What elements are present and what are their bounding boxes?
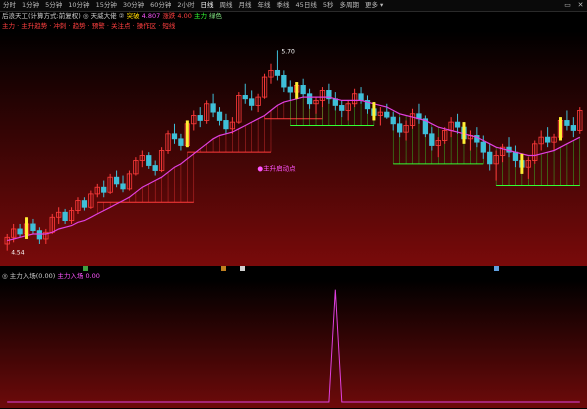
signal-marker (462, 122, 466, 144)
signal-marker (185, 120, 189, 148)
window-controls: ▭ ✕ (563, 0, 585, 11)
signal-2-label: 涨跌 (162, 12, 176, 20)
candle-body (512, 151, 519, 161)
period-9[interactable]: 周线 (217, 0, 236, 11)
candle-body (146, 155, 152, 166)
sub-indicator-chart[interactable] (0, 280, 587, 408)
candle-body (454, 121, 461, 128)
candle-body (390, 116, 396, 125)
candle-body (306, 93, 313, 105)
candle-body (101, 186, 107, 193)
separator-marker-4 (494, 266, 499, 271)
signal-1-label: 突破 (126, 12, 140, 20)
candle-body (249, 98, 255, 106)
signal-3-value: 绿色 (209, 12, 223, 20)
candle-body (81, 200, 88, 208)
candle-body (120, 183, 126, 190)
candle-body (152, 165, 158, 171)
candle-body (287, 86, 293, 93)
candle-body (487, 151, 493, 165)
startup-annotation: ●主升启动点 (257, 164, 296, 173)
candle-body (339, 105, 345, 111)
period-15[interactable]: 多周期 (336, 0, 362, 11)
signal-marker (295, 82, 299, 99)
main-chart-header: 后浪天工(计算方式:前复权) ◎ 天威大佬 ② 突破 4.807 涨跌 4.00… (2, 12, 585, 21)
candle-body (429, 133, 435, 146)
stock-title: 后浪天工(计算方式:前复权) (2, 12, 81, 20)
restore-window-icon[interactable]: ▭ (563, 1, 572, 10)
candle-body (197, 115, 203, 121)
separator-marker-3 (240, 266, 245, 271)
candle-body (216, 111, 223, 121)
legend-text: 主力 · 主升趋势 · 冲刺 · 趋势 · 预警 · 关注点 · 操作区 · 短… (2, 22, 176, 30)
candle-body (358, 93, 364, 101)
candle-body (178, 138, 184, 146)
candle-body (281, 74, 287, 88)
indicator-legend: 主力 · 主升趋势 · 冲刺 · 趋势 · 预警 · 关注点 · 操作区 · 短… (2, 22, 585, 31)
period-11[interactable]: 年线 (255, 0, 274, 11)
candle-body (570, 125, 577, 131)
candle-body (223, 120, 229, 130)
period-5[interactable]: 30分钟 (120, 0, 147, 11)
period-8[interactable]: 日线 (198, 0, 217, 11)
sub-indicator-name[interactable]: ◎ 主力入场(0.00) (2, 272, 55, 280)
candle-body (171, 133, 178, 140)
candlestick-chart[interactable]: 5.70 4.54 ●主升启动点 (0, 31, 587, 267)
candle-body (30, 223, 36, 232)
candle-body (62, 211, 68, 222)
period-list: 分时 1分钟 5分钟 10分钟 15分钟 30分钟 60分钟 2小时 日线 周线 月线 年线 季线 45日… (0, 0, 386, 11)
signal-marker (372, 102, 376, 121)
signal-3-label: 主力 (193, 12, 207, 20)
candle-body (564, 120, 570, 126)
close-icon[interactable]: ✕ (576, 1, 585, 10)
peak-price-label: 5.70 (281, 48, 295, 55)
sub-chart-background (0, 280, 587, 408)
period-6[interactable]: 60分钟 (147, 0, 174, 11)
period-7[interactable]: 2小时 (174, 0, 197, 11)
sub-value: 0.00 (85, 272, 100, 280)
candle-body (210, 103, 216, 113)
low-price-label: 4.54 (11, 250, 25, 257)
period-10[interactable]: 月线 (236, 0, 255, 11)
candle-body (396, 123, 403, 133)
period-13[interactable]: 45日线 (293, 0, 320, 11)
period-1[interactable]: 1分钟 (19, 0, 42, 11)
separator-marker-2 (221, 266, 226, 271)
signal-marker (25, 217, 29, 239)
period-0[interactable]: 分时 (0, 0, 19, 11)
period-4[interactable]: 15分钟 (93, 0, 120, 11)
period-toolbar: 分时 1分钟 5分钟 10分钟 15分钟 30分钟 60分钟 2小时 日线 周线 月线 年线 季线 45日… (0, 0, 587, 12)
signal-marker (558, 117, 562, 141)
period-3[interactable]: 10分钟 (65, 0, 92, 11)
period-2[interactable]: 5分钟 (42, 0, 65, 11)
period-12[interactable]: 季线 (274, 0, 293, 11)
signal-1-value: 4.807 (141, 12, 161, 20)
candle-body (274, 69, 281, 76)
candle-body (17, 228, 23, 235)
sub-value-label: 主力入场 (57, 272, 84, 280)
candle-body (36, 230, 43, 240)
chart-background (0, 31, 587, 267)
separator-marker-1 (83, 266, 88, 271)
candle-body (113, 176, 120, 185)
candle-body (300, 85, 306, 95)
candle-body (480, 141, 486, 153)
period-14[interactable]: 5秒 (320, 0, 337, 11)
candle-body (544, 136, 551, 143)
period-16[interactable]: 更多 ▾ (362, 0, 386, 11)
candle-body (384, 111, 390, 118)
indicator-name[interactable]: ◎ 天威大佬 ② (83, 12, 125, 20)
signal-2-value: 4.00 (177, 12, 192, 20)
candle-body (242, 95, 248, 100)
signal-marker (520, 153, 524, 174)
